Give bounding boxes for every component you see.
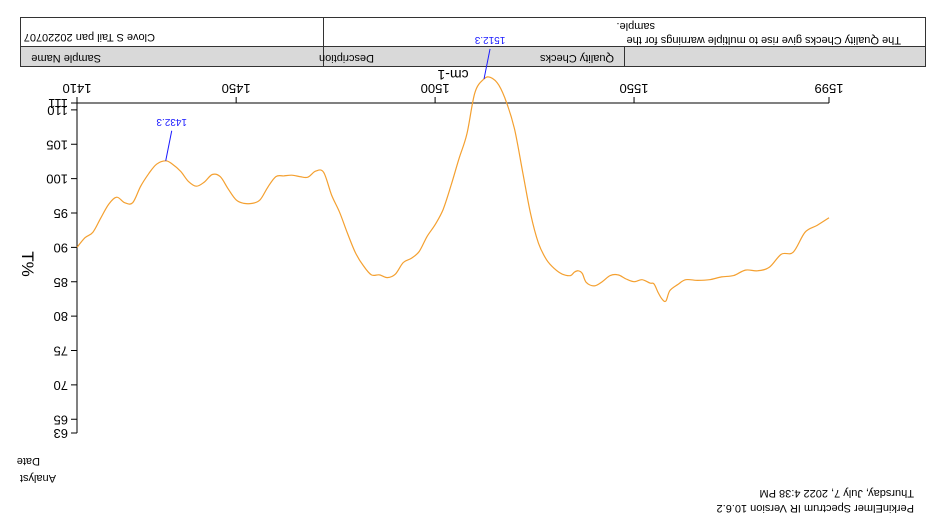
x-axis-ticks: 1599 1550 1500 1450 1410	[63, 81, 844, 103]
x-tick-label: 1450	[222, 81, 251, 96]
y-tick-label: 90	[54, 240, 68, 255]
y-tick-label: 63	[54, 426, 68, 441]
y-tick-label: 70	[54, 378, 68, 393]
x-tick-label: 1550	[620, 81, 649, 96]
peak-annotations: 1512.3 1432.3	[156, 34, 505, 161]
peak-label: 1432.3	[156, 116, 187, 127]
x-tick-label: 1500	[421, 81, 450, 96]
y-tick-label: 95	[54, 206, 68, 221]
report-content: Quality Checks Description Sample Name T…	[0, 0, 936, 514]
y-axis-label: T%	[18, 251, 37, 277]
x-axis-label: cm-1	[437, 67, 468, 83]
x-tick-label: 1410	[63, 81, 92, 96]
y-tick-label: 65	[54, 412, 68, 427]
peak-leader-line	[483, 48, 491, 80]
peak-leader-line	[165, 130, 173, 161]
spectrum-trace	[76, 76, 830, 303]
y-tick-label: 75	[54, 344, 68, 359]
y-tick-label: 105	[46, 137, 68, 152]
spectrum-report-page: Quality Checks Description Sample Name T…	[0, 0, 936, 514]
y-tick-label: 80	[54, 309, 68, 324]
peak-label: 1512.3	[474, 34, 505, 45]
y-tick-label: 111	[48, 96, 68, 111]
y-tick-label: 100	[46, 172, 68, 187]
x-tick-label: 1599	[815, 81, 844, 96]
y-axis-ticks: 6365707580859095100105110111	[46, 96, 77, 441]
y-tick-label: 85	[54, 275, 68, 290]
ir-spectrum-chart: 1599 1550 1500 1450 1410 6365 70 75 80 85 90 95 100…	[18, 34, 844, 441]
